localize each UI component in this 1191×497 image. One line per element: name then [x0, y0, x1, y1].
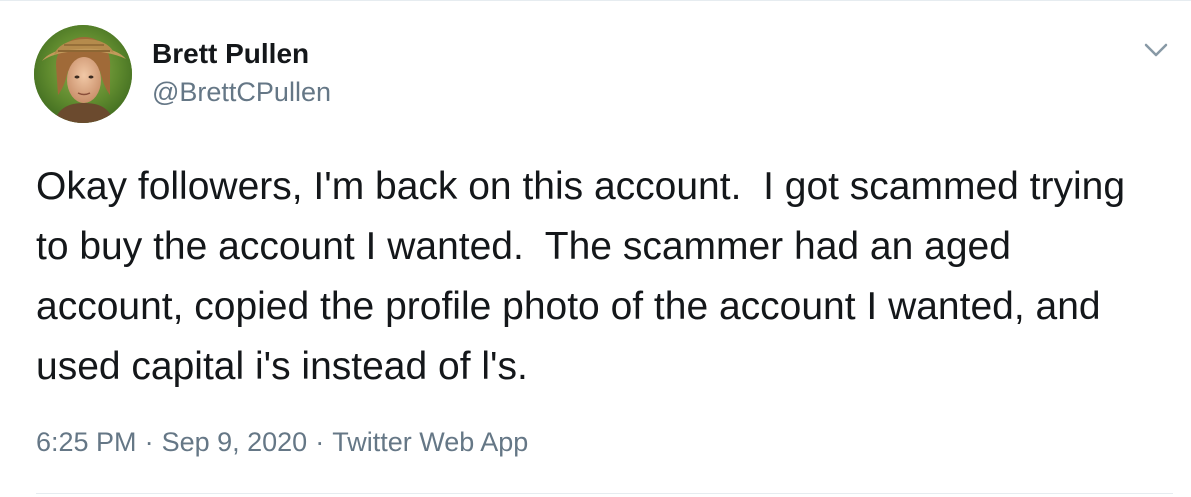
- tweet-menu-button[interactable]: [1139, 37, 1173, 63]
- tweet-source-link[interactable]: Twitter Web App: [332, 427, 528, 457]
- avatar[interactable]: [34, 25, 132, 123]
- author-display-name[interactable]: Brett Pullen: [152, 37, 309, 71]
- divider: [36, 493, 1173, 494]
- tweet-text: Okay followers, I'm back on this account…: [36, 165, 1136, 388]
- meta-separator: ·: [315, 427, 325, 457]
- tweet-card: Brett Pullen @BrettCPullen Okay follower…: [0, 0, 1191, 497]
- tweet-date-link[interactable]: Sep 9, 2020: [162, 427, 308, 457]
- profile-photo-icon: [34, 25, 132, 123]
- tweet-metadata: 6:25 PM · Sep 9, 2020 · Twitter Web App: [36, 424, 528, 460]
- tweet-time-link[interactable]: 6:25 PM: [36, 427, 137, 457]
- author-handle[interactable]: @BrettCPullen: [152, 75, 331, 109]
- chevron-down-icon: [1144, 43, 1168, 57]
- meta-separator: ·: [144, 427, 154, 457]
